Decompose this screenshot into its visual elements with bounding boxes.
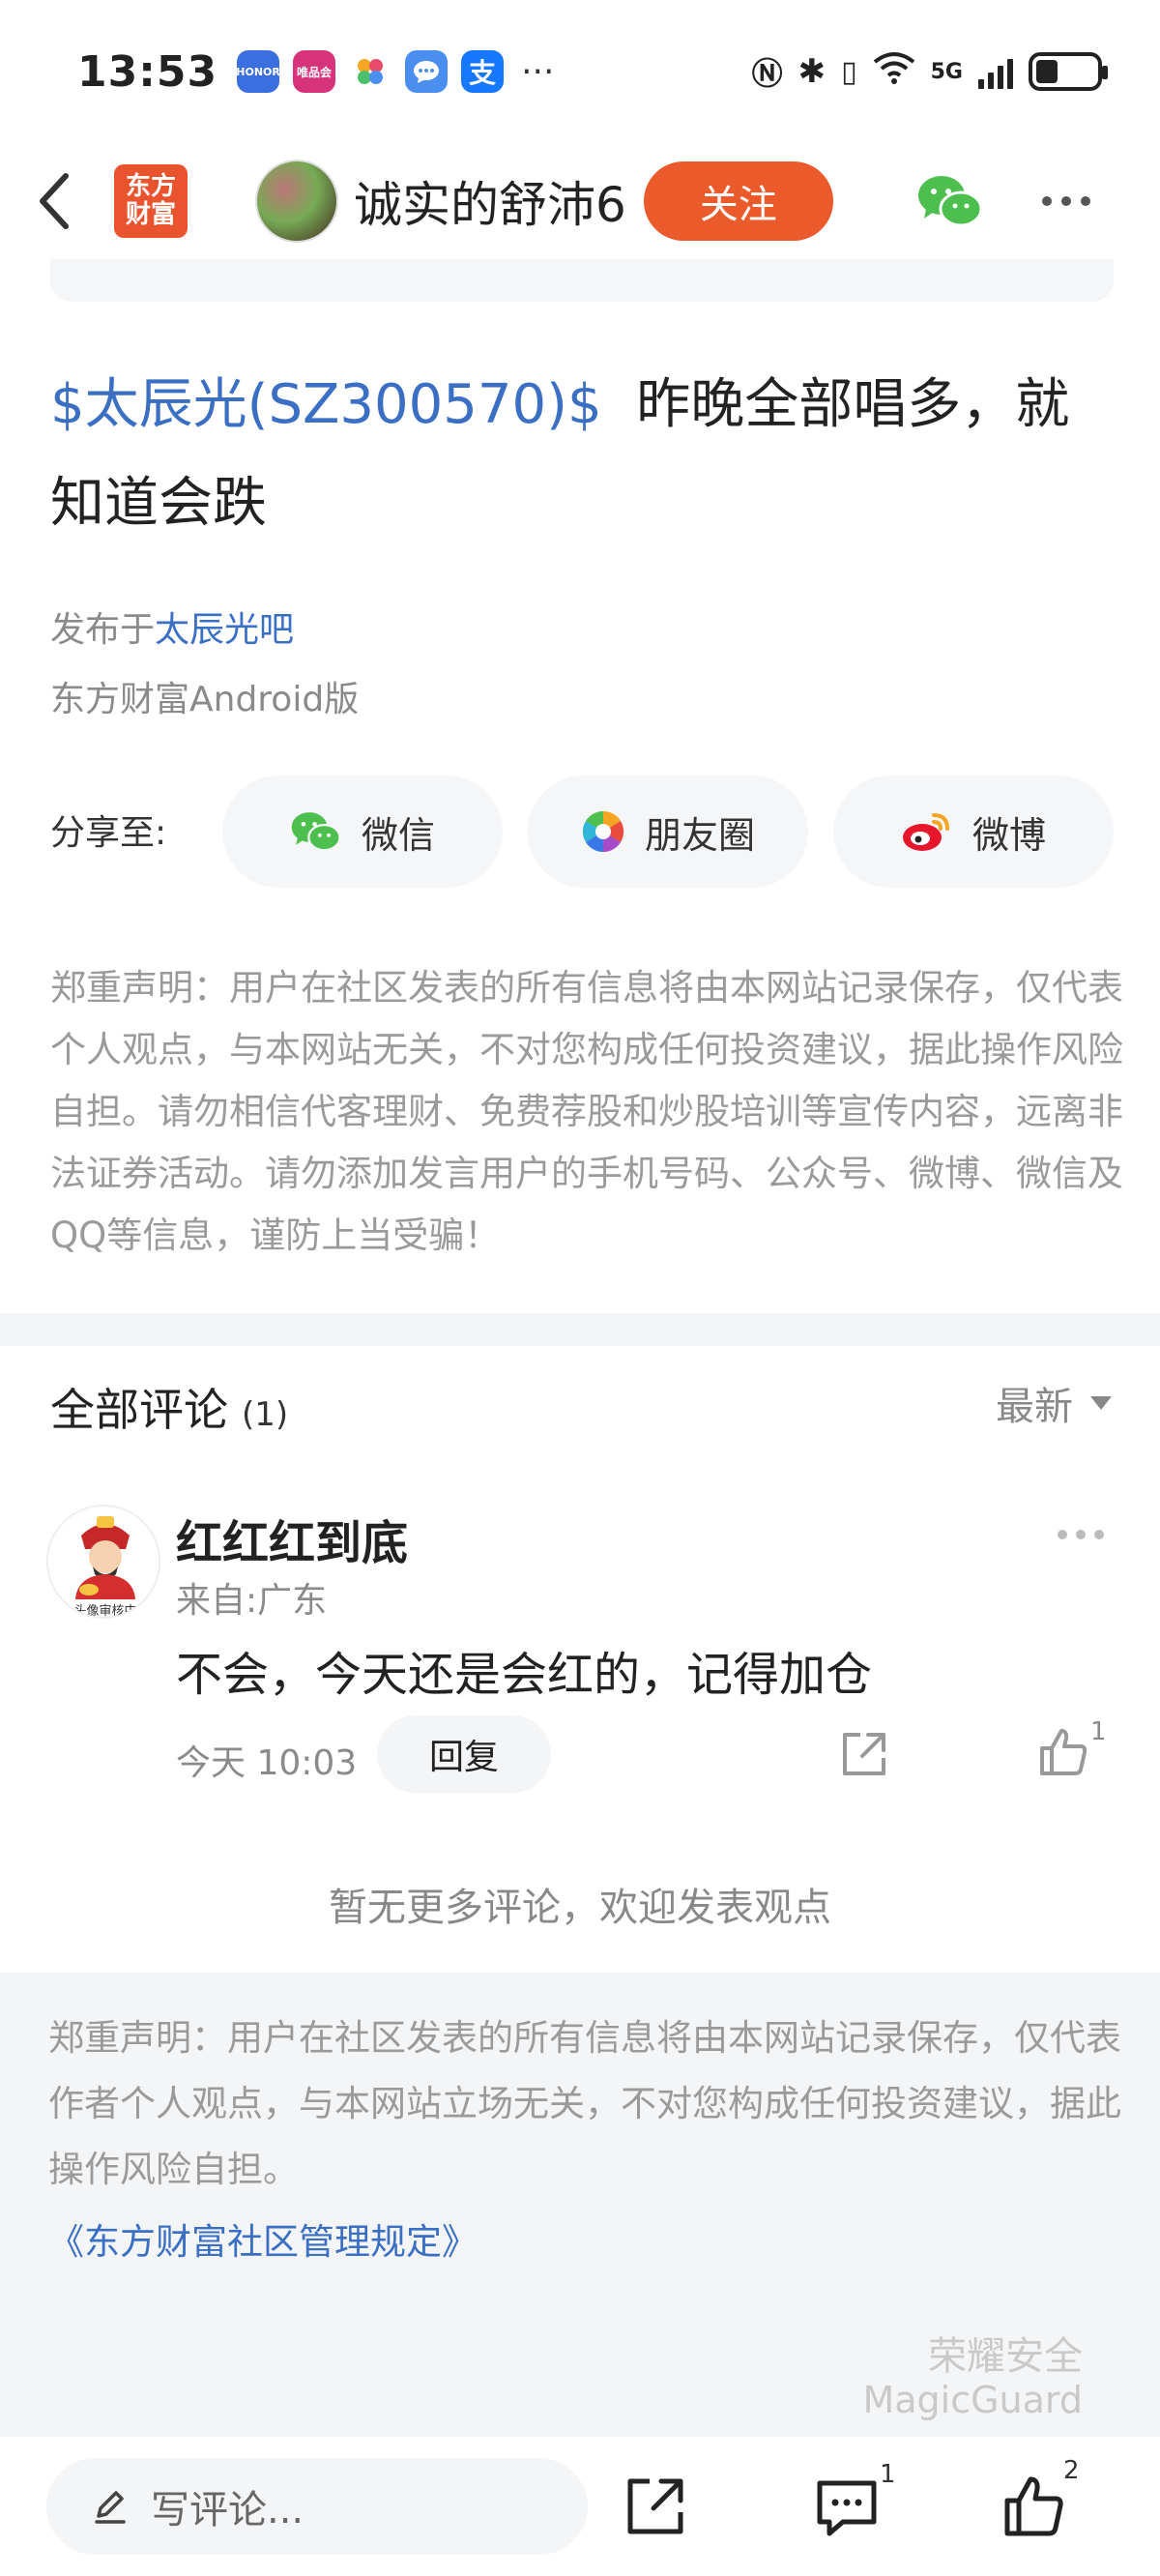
sort-dropdown[interactable]: 最新 <box>996 1375 1112 1431</box>
share-weibo-label: 微博 <box>972 813 1046 857</box>
more-options-icon[interactable] <box>1041 196 1090 206</box>
author-name[interactable]: 诚实的舒沛6 <box>354 166 626 236</box>
logo-line-2: 财富 <box>125 200 176 229</box>
comments-count: (1) <box>242 1395 289 1434</box>
post-forum-line: 发布于太辰光吧 <box>50 601 294 652</box>
share-wechat-button[interactable]: 微信 <box>222 776 503 888</box>
follow-button[interactable]: 关注 <box>643 161 833 241</box>
comment-share-icon[interactable] <box>839 1729 889 1779</box>
community-rules-link[interactable]: 《东方财富社区管理规定》 <box>48 2212 478 2265</box>
write-comment-input[interactable]: 写评论... <box>46 2458 588 2555</box>
wifi-icon <box>873 50 915 93</box>
status-app-icons: HONOR 唯品会 支 ··· <box>236 50 555 93</box>
share-weibo-button[interactable]: 微博 <box>833 776 1114 888</box>
disclaimer-top: 郑重声明：用户在社区发表的所有信息将由本网站记录保存，仅代表个人观点，与本网站无… <box>50 967 1123 1256</box>
sort-label: 最新 <box>996 1385 1073 1429</box>
network-type: 5G <box>930 59 963 84</box>
back-icon[interactable] <box>29 167 77 235</box>
commenter-avatar[interactable]: 头像审核中 <box>46 1505 160 1619</box>
comment-count-badge: 1 <box>880 2460 896 2489</box>
share-moments-button[interactable]: 朋友圈 <box>528 776 808 888</box>
like-count-badge: 2 <box>1063 2456 1080 2485</box>
comments-title: 全部评论 <box>50 1384 228 1436</box>
commenter-name[interactable]: 红红红到底 <box>176 1505 408 1572</box>
share-label: 分享至: <box>50 813 167 853</box>
share-icon[interactable] <box>623 2474 688 2539</box>
comment-like-count: 1 <box>1090 1717 1107 1746</box>
bluetooth-icon: ✱ <box>798 52 826 91</box>
watermark-line-1: 荣耀安全 <box>928 2334 1083 2379</box>
no-more-comments: 暂无更多评论，欢迎发表观点 <box>329 1886 831 1930</box>
comment-text: 不会，今天还是会红的，记得加仓 <box>176 1648 873 1702</box>
wechat-share-icon[interactable] <box>916 172 984 230</box>
stock-tag-link[interactable]: $太辰光(SZ300570)$ <box>50 373 602 436</box>
vibrate-icon: ▯ <box>841 54 857 89</box>
share-moments-label: 朋友圈 <box>644 813 755 857</box>
comments-header: 全部评论 (1) <box>50 1375 288 1439</box>
logo-line-1: 东方 <box>125 172 176 202</box>
messages-icon <box>405 50 449 93</box>
status-system-icons: Ⓝ ✱ ▯ 5G <box>751 49 1108 94</box>
caret-down-icon <box>1090 1396 1112 1410</box>
post-client: 东方财富Android版 <box>50 680 360 719</box>
comment-more-icon[interactable] <box>1058 1530 1104 1539</box>
forum-link[interactable]: 太辰光吧 <box>155 610 294 650</box>
post-header: 东方 财富 诚实的舒沛6 关注 <box>0 143 1160 259</box>
quoted-card-edge <box>50 259 1114 302</box>
wechat-icon <box>291 812 341 852</box>
share-wechat-label: 微信 <box>361 813 435 857</box>
eastmoney-logo[interactable]: 东方 财富 <box>114 164 188 238</box>
published-prefix: 发布于 <box>50 610 156 650</box>
status-bar: 13:53 HONOR 唯品会 支 ··· Ⓝ ✱ ▯ 5G <box>0 0 1160 143</box>
reply-button[interactable]: 回复 <box>377 1715 551 1793</box>
watermark-line-2: MagicGuard <box>862 2379 1083 2421</box>
more-apps-indicator: ··· <box>521 51 555 92</box>
status-time: 13:53 <box>77 46 218 97</box>
avatar-review-caption: 头像审核中 <box>73 1604 136 1619</box>
vipshop-icon: 唯品会 <box>293 50 336 93</box>
pencil-icon <box>95 2491 126 2524</box>
nfc-icon: Ⓝ <box>751 55 783 92</box>
commenter-location: 来自:广东 <box>176 1581 328 1621</box>
photos-icon <box>349 50 392 93</box>
alipay-icon: 支 <box>461 50 505 93</box>
post-title: $太辰光(SZ300570)$ 昨晚全部唱多，就知道会跌 <box>50 356 1123 553</box>
bottom-action-bar: 写评论... 1 2 <box>0 2437 1160 2576</box>
disclaimer-bottom: 郑重声明：用户在社区发表的所有信息将由本网站记录保存，仅代表作者个人观点，与本网… <box>48 2017 1121 2190</box>
honor-icon: HONOR <box>236 50 280 93</box>
comments-icon[interactable] <box>814 2474 880 2539</box>
moments-icon <box>582 810 624 853</box>
signal-icon <box>978 54 1013 89</box>
author-avatar[interactable] <box>255 160 338 243</box>
weibo-icon <box>902 813 949 851</box>
section-divider <box>0 1313 1160 1346</box>
comment-placeholder: 写评论... <box>151 2488 304 2532</box>
comment-like-icon[interactable] <box>1036 1725 1090 1779</box>
comment-time: 今天 10:03 <box>176 1743 358 1783</box>
like-icon[interactable] <box>1001 2474 1067 2539</box>
battery-icon <box>1029 52 1108 91</box>
